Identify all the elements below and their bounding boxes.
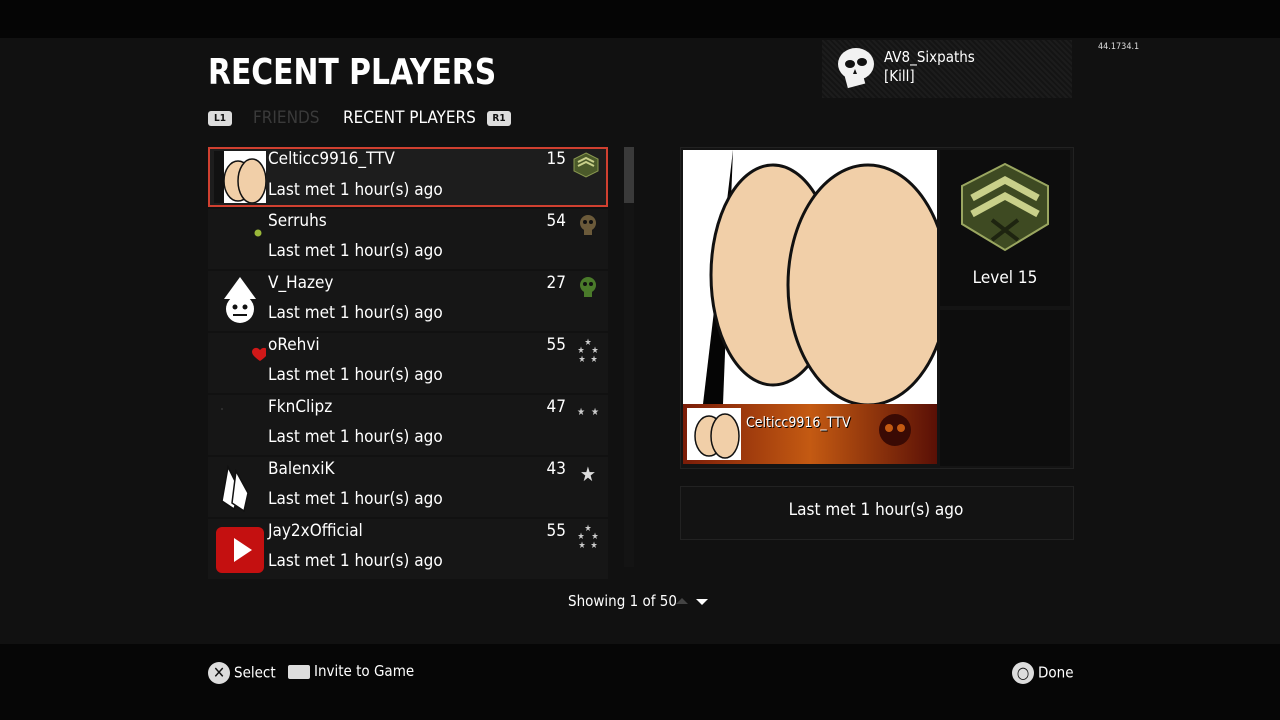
l1-button-icon[interactable]: L1: [208, 111, 232, 126]
svg-text:★: ★: [578, 541, 585, 549]
player-row[interactable]: Jay2xOfficial Last met 1 hour(s) ago 55 …: [208, 519, 608, 579]
tab-recent-players[interactable]: RECENT PLAYERS: [343, 108, 476, 128]
play-button-icon: [216, 527, 264, 573]
skull-rank-icon: [580, 215, 596, 235]
heart-icon: [252, 347, 266, 361]
done-hint[interactable]: ○ Done: [1012, 662, 1074, 684]
player-name: Celticc9916_TTV: [268, 149, 395, 169]
svg-text:★: ★: [590, 541, 597, 549]
player-last-met: Last met 1 hour(s) ago: [268, 551, 443, 571]
select-hint[interactable]: ✕ Select: [208, 662, 276, 684]
pagination-text: Showing 1 of 50: [568, 592, 677, 610]
player-level: 43: [546, 459, 566, 479]
player-emblem-large: [683, 150, 937, 404]
player-last-met: Last met 1 hour(s) ago: [268, 427, 443, 447]
player-level: 54: [546, 211, 566, 231]
two-stars-rank-icon: ★ ★: [577, 407, 599, 418]
calling-card-name: Celticc9916_TTV: [746, 415, 851, 431]
tab-friends[interactable]: FRIENDS: [253, 108, 320, 128]
player-last-met: Last met 1 hour(s) ago: [268, 489, 443, 509]
blank-emblem-icon: [221, 408, 223, 410]
player-row[interactable]: FknClipz Last met 1 hour(s) ago 47 ★ ★: [208, 395, 608, 455]
r1-button-icon[interactable]: R1: [487, 111, 511, 126]
player-name: oRehvi: [268, 335, 320, 355]
bottom-band: [0, 644, 1280, 720]
player-last-met: Last met 1 hour(s) ago: [268, 303, 443, 323]
player-level: 55: [546, 335, 566, 355]
scrollbar-thumb[interactable]: [624, 147, 634, 203]
player-level: 47: [546, 397, 566, 417]
svg-text:★: ★: [590, 355, 597, 363]
stars-rank-icon: ★ ★ ★ ★ ★: [577, 338, 598, 363]
player-name: FknClipz: [268, 397, 333, 417]
online-dot-icon: [254, 229, 262, 237]
player-name: Serruhs: [268, 211, 327, 231]
player-row[interactable]: BalenxiK Last met 1 hour(s) ago 43 ★: [208, 457, 608, 517]
sergeant-rank-icon: [573, 152, 599, 178]
player-row[interactable]: oRehvi Last met 1 hour(s) ago 55 ★ ★ ★ ★…: [208, 333, 608, 393]
svg-text:★: ★: [577, 407, 585, 418]
star-rank-icon: ★: [580, 462, 596, 486]
emblem-skin-icon: [214, 151, 266, 203]
last-met-detail: Last met 1 hour(s) ago: [788, 500, 964, 520]
player-level: 15: [546, 149, 566, 169]
top-band: [0, 0, 1280, 38]
player-row[interactable]: Serruhs Last met 1 hour(s) ago 54: [208, 209, 608, 269]
gamertag-name: AV8_Sixpaths: [884, 48, 975, 66]
skull-emblem-icon: [838, 48, 874, 89]
cross-button-icon: ✕: [208, 662, 230, 684]
main-background: [0, 38, 1280, 644]
select-label: Select: [234, 663, 276, 682]
player-level: 55: [546, 521, 566, 541]
scrollbar-track[interactable]: [624, 147, 634, 567]
svg-text:★: ★: [591, 407, 599, 418]
player-row[interactable]: V_Hazey Last met 1 hour(s) ago 27: [208, 271, 608, 331]
player-row[interactable]: Celticc9916_TTV Last met 1 hour(s) ago 1…: [208, 147, 608, 207]
player-last-met: Last met 1 hour(s) ago: [268, 241, 443, 261]
done-label: Done: [1038, 663, 1074, 682]
user-gamertag: AV8_Sixpaths [Kill]: [884, 48, 975, 86]
skull-green-rank-icon: [580, 277, 596, 297]
rank-box-secondary: [940, 310, 1070, 466]
stars-rank-icon: ★ ★ ★ ★ ★: [577, 524, 598, 549]
invite-hint[interactable]: Invite to Game: [288, 662, 414, 680]
level-label: Level 15: [972, 268, 1038, 288]
circle-button-icon: ○: [1012, 662, 1034, 684]
player-name: V_Hazey: [268, 273, 334, 293]
invite-label: Invite to Game: [314, 662, 415, 680]
touchpad-button-icon: [288, 664, 310, 679]
page-arrows-icon[interactable]: [674, 594, 714, 610]
svg-text:★: ★: [580, 462, 596, 486]
gamertag-clan: [Kill]: [884, 67, 915, 85]
player-last-met: Last met 1 hour(s) ago: [268, 365, 443, 385]
page-title: RECENT PLAYERS: [208, 52, 497, 93]
clown-face-icon: [224, 277, 256, 323]
sergeant-rank-icon: [961, 162, 1049, 252]
praying-hands-icon: [221, 464, 249, 513]
calling-card: [683, 404, 937, 464]
player-name: BalenxiK: [268, 459, 335, 479]
player-last-met: Last met 1 hour(s) ago: [268, 180, 443, 200]
svg-text:★: ★: [578, 355, 585, 363]
player-level: 27: [546, 273, 566, 293]
build-number: 44.1734.1: [1098, 42, 1140, 52]
player-name: Jay2xOfficial: [268, 521, 363, 541]
